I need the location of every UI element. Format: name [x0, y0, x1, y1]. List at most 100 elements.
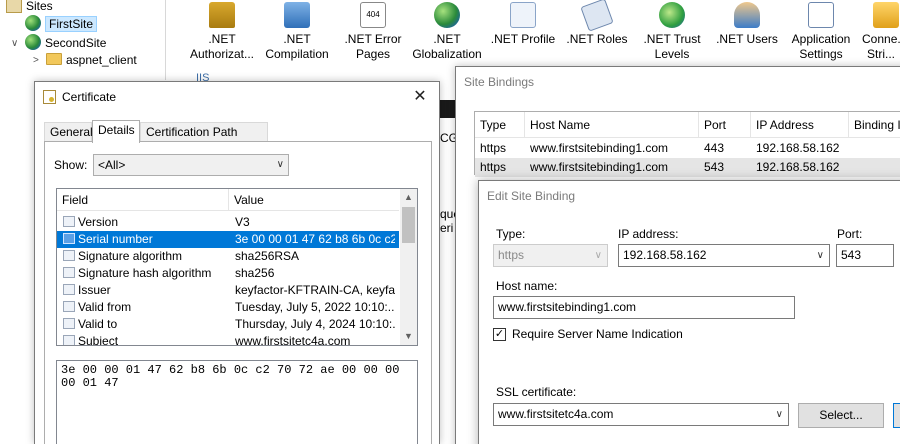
table-row[interactable]: Subject www.firstsitetc4a.com: [57, 333, 399, 346]
ip-address-label: IP address:: [618, 227, 679, 241]
bindings-list[interactable]: Type Host Name Port IP Address Binding I…: [474, 111, 900, 177]
column-header-field[interactable]: Field: [57, 189, 229, 211]
chevron-down-icon: ∨: [594, 250, 602, 261]
field-name: Serial number: [78, 232, 153, 246]
binding-type: https: [480, 141, 507, 155]
certificate-titlebar: Certificate: [35, 82, 439, 112]
tab-certification-path[interactable]: Certification Path: [140, 122, 268, 142]
column-header-type[interactable]: Type: [475, 112, 525, 138]
table-row[interactable]: Valid from Tuesday, July 5, 2022 10:10:.…: [57, 299, 399, 316]
column-header-binding[interactable]: Binding I: [849, 112, 900, 138]
cgi-icon: [438, 100, 456, 118]
field-value: www.firstsitetc4a.com: [235, 334, 351, 346]
table-row[interactable]: Serial number 3e 00 00 01 47 62 b8 6b 0c…: [57, 231, 399, 248]
tab-details[interactable]: Details: [92, 120, 140, 143]
dialog-title: Site Bindings: [464, 75, 535, 89]
feature-net-globalization[interactable]: .NET Globalization: [410, 0, 484, 62]
chevron-down-icon[interactable]: ∨: [11, 38, 18, 49]
type-select: https ∨: [493, 244, 608, 267]
table-row[interactable]: Version V3: [57, 214, 399, 231]
ssl-certificate-select[interactable]: www.firstsitetc4a.com ∨: [493, 403, 789, 426]
scroll-thumb[interactable]: [402, 207, 415, 243]
feature-net-authorization[interactable]: .NET Authorizat...: [187, 0, 257, 62]
feature-label: Application Settings: [791, 32, 851, 61]
feature-net-profile[interactable]: .NET Profile: [488, 0, 558, 47]
feature-application-settings[interactable]: Application Settings: [786, 0, 856, 62]
feature-net-users[interactable]: .NET Users: [714, 0, 780, 47]
show-select[interactable]: <All> ∨: [93, 154, 289, 176]
table-row[interactable]: Issuer keyfactor-KFTRAIN-CA, keyfa...: [57, 282, 399, 299]
field-icon: [63, 301, 75, 312]
table-row[interactable]: Signature hash algorithm sha256: [57, 265, 399, 282]
sni-checkbox[interactable]: ✓: [493, 328, 506, 341]
details-scrollbar[interactable]: ▲ ▼: [400, 189, 417, 345]
field-icon: [63, 216, 75, 227]
field-name: Issuer: [78, 283, 111, 297]
ip-address-select[interactable]: 192.168.58.162 ∨: [618, 244, 830, 267]
dialog-title: Certificate: [62, 90, 117, 104]
tree-node-aspnet-client[interactable]: aspnet_client: [46, 51, 137, 69]
column-header-port[interactable]: Port: [699, 112, 751, 138]
close-icon[interactable]: ✕: [409, 86, 431, 108]
field-detail-textbox[interactable]: 3e 00 00 01 47 62 b8 6b 0c c2 70 72 ae 0…: [56, 360, 418, 444]
binding-ip: 192.168.58.162: [756, 160, 840, 174]
chevron-down-icon: ∨: [775, 409, 783, 420]
binding-row[interactable]: https www.firstsitebinding1.com 443 192.…: [475, 139, 900, 158]
binding-ip: 192.168.58.162: [756, 141, 840, 155]
feature-net-trust-levels[interactable]: .NET Trust Levels: [640, 0, 704, 62]
tree-node-sites[interactable]: Sites: [6, 0, 53, 15]
feature-partial-label: eri: [440, 221, 454, 235]
feature-net-roles[interactable]: .NET Roles: [565, 0, 629, 47]
scroll-up-icon[interactable]: ▲: [400, 189, 417, 206]
connection-strings-icon: [873, 2, 899, 28]
field-icon: [63, 318, 75, 329]
users-icon: [734, 2, 760, 28]
feature-label: .NET Users: [716, 32, 778, 46]
host-name-label: Host name:: [496, 279, 558, 293]
binding-port: 543: [704, 160, 725, 174]
tab-general[interactable]: General: [44, 122, 93, 142]
show-label: Show:: [54, 158, 88, 172]
select-certificate-button[interactable]: Select...: [798, 403, 884, 428]
scroll-down-icon[interactable]: ▼: [400, 328, 417, 345]
column-header-value[interactable]: Value: [229, 189, 399, 211]
sni-label: Require Server Name Indication: [512, 327, 683, 341]
feature-label: .NET Error Pages: [344, 32, 402, 61]
tree-node-secondsite[interactable]: SecondSite: [25, 34, 106, 52]
port-input[interactable]: 543: [836, 244, 894, 267]
feature-view: .NET Authorizat... .NET Compilation 404 …: [182, 0, 900, 66]
sites-icon: [6, 0, 22, 13]
feature-label: .NET Globalization: [412, 32, 482, 61]
details-grid[interactable]: Field Value Version V3 Serial number 3e …: [56, 188, 418, 346]
field-name: Subject: [78, 334, 119, 346]
settings-list-icon: [808, 2, 834, 28]
feature-label: .NET Authorizat...: [189, 32, 255, 61]
binding-host: www.firstsitebinding1.com: [530, 141, 669, 155]
field-icon: [63, 250, 75, 261]
chevron-right-icon[interactable]: >: [33, 55, 39, 66]
table-row[interactable]: Signature algorithm sha256RSA: [57, 248, 399, 265]
feature-net-compilation[interactable]: .NET Compilation: [262, 0, 332, 62]
view-certificate-button[interactable]: [893, 403, 900, 428]
lock-icon: [209, 2, 235, 28]
certificate-icon: [43, 90, 56, 104]
show-value: <All>: [98, 158, 126, 172]
certificate-dialog: Certificate ✕ General Details Certificat…: [34, 81, 440, 444]
tree-label: FirstSite: [45, 16, 98, 32]
feature-connection-strings[interactable]: Conne... Stri...: [862, 0, 900, 62]
tree-label: SecondSite: [45, 36, 107, 50]
tree-node-firstsite[interactable]: FirstSite: [25, 15, 98, 33]
column-header-host[interactable]: Host Name: [525, 112, 699, 138]
host-name-input[interactable]: www.firstsitebinding1.com: [493, 296, 795, 319]
field-value: Tuesday, July 5, 2022 10:10:...: [235, 300, 395, 314]
type-value: https: [498, 248, 525, 262]
table-row[interactable]: Valid to Thursday, July 4, 2024 10:10:..…: [57, 316, 399, 333]
column-header-ip[interactable]: IP Address: [751, 112, 849, 138]
binding-row[interactable]: https www.firstsitebinding1.com 543 192.…: [475, 158, 900, 177]
binding-host: www.firstsitebinding1.com: [530, 160, 669, 174]
feature-label: .NET Compilation: [265, 32, 329, 61]
ssl-certificate-value: www.firstsitetc4a.com: [498, 407, 614, 421]
feature-net-error-pages[interactable]: 404 .NET Error Pages: [342, 0, 404, 62]
ip-address-value: 192.168.58.162: [623, 248, 707, 262]
field-icon: [63, 284, 75, 295]
